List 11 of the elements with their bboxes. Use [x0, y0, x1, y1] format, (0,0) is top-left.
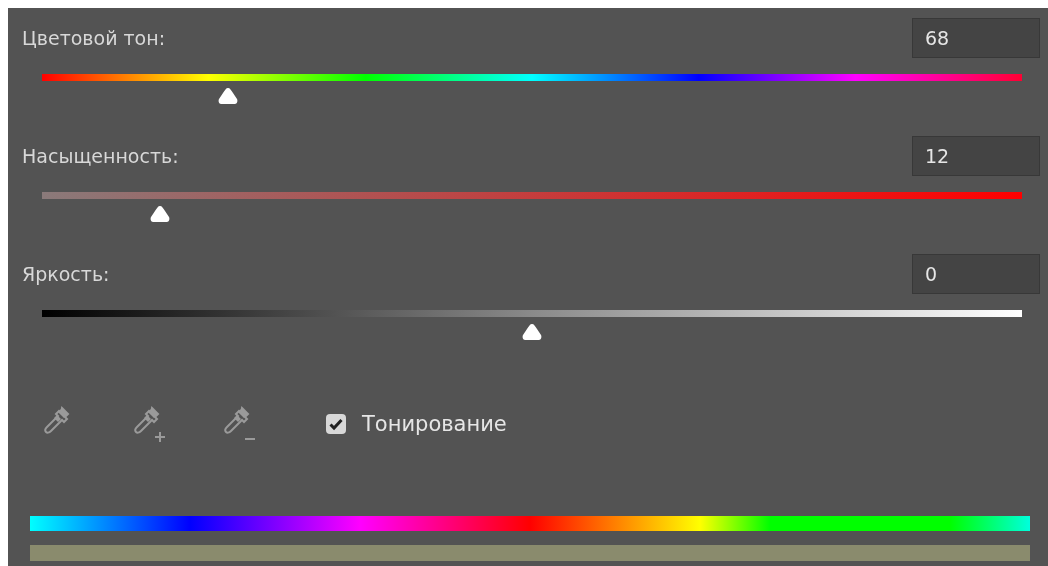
slider-label: Насыщенность: — [22, 145, 179, 167]
slider-thumb[interactable] — [148, 205, 171, 223]
checkbox-label: Тонирование — [362, 412, 507, 436]
slider-label: Яркость: — [22, 263, 110, 285]
value-field[interactable]: 68 — [912, 18, 1040, 58]
checkbox[interactable] — [326, 414, 346, 434]
value-field[interactable]: 0 — [912, 254, 1040, 294]
slider-thumb[interactable] — [217, 87, 240, 105]
value-field[interactable]: 12 — [912, 136, 1040, 176]
slider-thumb[interactable] — [521, 323, 543, 341]
slider-label: Цветовой тон: — [22, 27, 166, 49]
